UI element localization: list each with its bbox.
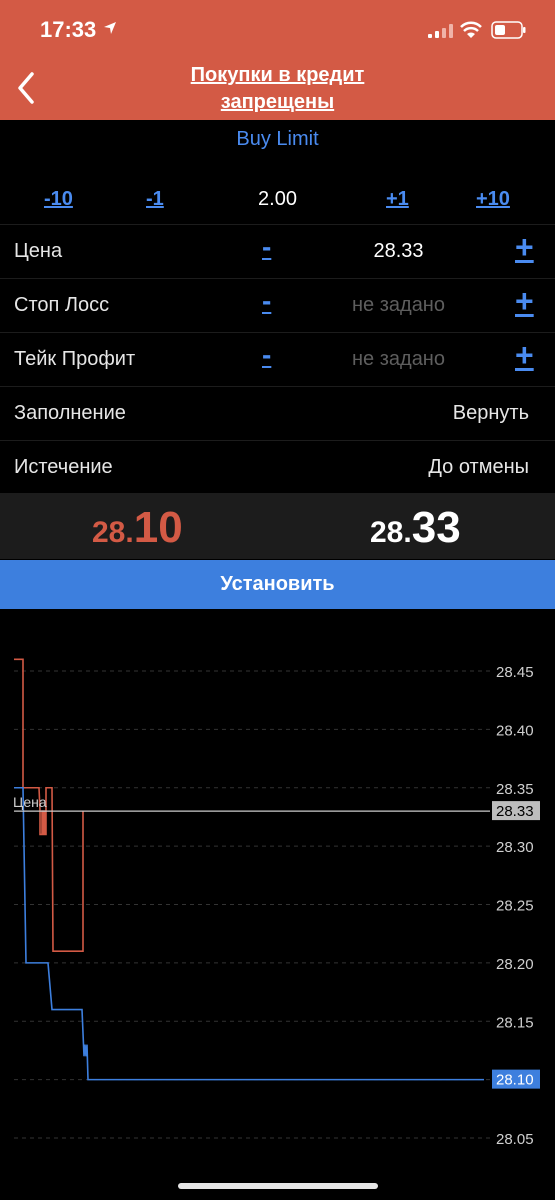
filling-row[interactable]: Заполнение Вернуть (0, 386, 555, 440)
stop-loss-row: Стоп Лосс - не задано + (0, 278, 555, 332)
take-profit-minus-button[interactable]: - (262, 339, 271, 371)
chart-series-bid-line (14, 786, 484, 1081)
volume-value[interactable]: 2.00 (230, 188, 325, 211)
volume-plus10-button[interactable]: +10 (476, 188, 510, 211)
chart-ytick-label: 28.25 (496, 898, 534, 915)
chart-ytick-label: 28.05 (496, 1131, 534, 1148)
filling-label: Заполнение (14, 402, 126, 424)
stop-loss-plus-button[interactable]: + (515, 283, 534, 320)
expiration-label: Истечение (14, 456, 113, 478)
price-minus-button[interactable]: - (262, 231, 271, 263)
expiration-row[interactable]: Истечение До отмены (0, 440, 555, 494)
battery-icon (491, 21, 526, 39)
stop-loss-minus-button[interactable]: - (262, 285, 271, 317)
chart-ytick-label: 28.40 (496, 722, 534, 739)
take-profit-value[interactable]: не задано (300, 348, 497, 371)
status-time: 17:33 (40, 17, 97, 42)
nav-bar: Покупки в кредит запрещены (0, 58, 555, 120)
chart-price-line-label: Цена (13, 794, 47, 810)
volume-plus1-button[interactable]: +1 (386, 188, 409, 211)
bid-suffix: 10 (133, 503, 183, 552)
price-plus-button[interactable]: + (515, 229, 534, 266)
status-bar: 17:33 (0, 0, 555, 58)
order-type-selector[interactable]: Buy Limit (0, 128, 555, 151)
chart-bid-tag: 28.10 (496, 1072, 534, 1089)
ask-prefix: 28. (370, 516, 412, 549)
chart-ytick-label: 28.45 (496, 664, 534, 681)
volume-row: -10 -1 2.00 +1 +10 (0, 176, 555, 224)
chart-ytick-label: 28.30 (496, 839, 534, 856)
expiration-value[interactable]: До отмены (428, 456, 529, 479)
page-title-line2: запрещены (220, 91, 335, 113)
price-value[interactable]: 28.33 (300, 240, 497, 263)
volume-minus10-button[interactable]: -10 (44, 188, 73, 211)
chart-ytick-label: 28.35 (496, 781, 534, 798)
home-indicator (178, 1183, 378, 1189)
quote-bar: 28.10 28.33 (0, 493, 555, 559)
price-chart[interactable]: 28.45 28.40 28.35 28.30 28.25 28.20 28.15 28.10… (0, 609, 555, 1200)
take-profit-label: Тейк Профит (14, 348, 136, 370)
cellular-signal-icon (428, 24, 453, 38)
chart-price-tag: 28.33 (496, 803, 534, 820)
stop-loss-label: Стоп Лосс (14, 294, 110, 316)
wifi-icon (460, 21, 482, 38)
page-title-line1: Покупки в кредит (190, 64, 365, 86)
price-label: Цена (14, 240, 63, 262)
chart-ytick-label: 28.15 (496, 1014, 534, 1031)
place-order-button[interactable]: Установить (0, 560, 555, 609)
ask-quote: 28.33 (370, 503, 461, 553)
take-profit-row: Тейк Профит - не задано + (0, 332, 555, 386)
take-profit-plus-button[interactable]: + (515, 337, 534, 374)
location-arrow-icon (104, 22, 116, 34)
bid-prefix: 28. (92, 516, 134, 549)
volume-minus1-button[interactable]: -1 (146, 188, 164, 211)
page-title: Покупки в кредит запрещены (0, 62, 555, 116)
stop-loss-value[interactable]: не задано (300, 294, 497, 317)
bid-quote: 28.10 (92, 503, 183, 553)
filling-value[interactable]: Вернуть (453, 402, 529, 425)
price-row: Цена - 28.33 + (0, 224, 555, 278)
chart-ytick-label: 28.20 (496, 956, 534, 973)
ask-suffix: 33 (411, 503, 461, 552)
